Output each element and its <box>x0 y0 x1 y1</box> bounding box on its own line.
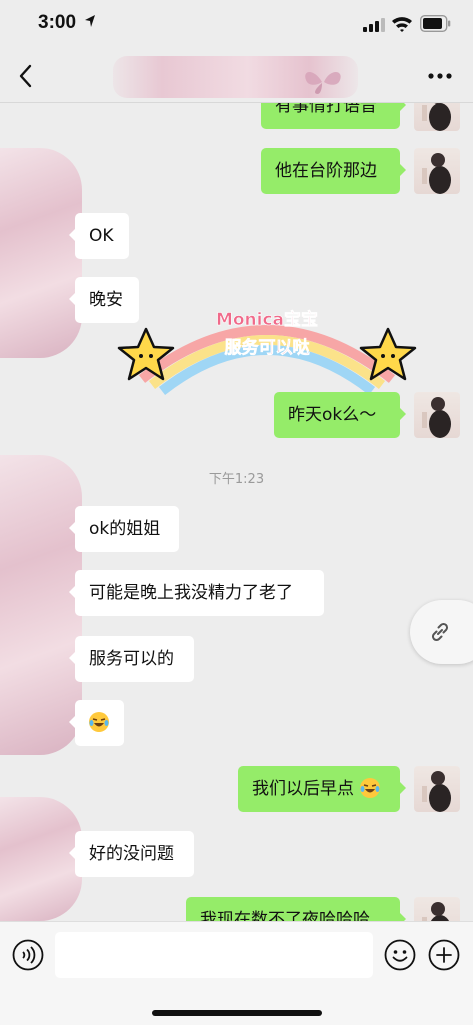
message-text: OK <box>89 226 114 246</box>
battery-icon <box>420 15 451 32</box>
message-timestamp: 下午1:23 <box>208 472 265 487</box>
cellular-signal-icon <box>363 18 385 32</box>
user-avatar[interactable] <box>414 897 460 921</box>
user-avatar[interactable] <box>414 103 460 131</box>
sender-avatar[interactable] <box>0 797 82 921</box>
voice-icon[interactable] <box>12 939 44 971</box>
user-avatar[interactable] <box>414 766 460 812</box>
message-text: 好的没问题 <box>89 844 174 864</box>
chat-message-list[interactable]: 有事情打语音 他在台阶那边 OK 晚安 Monica宝宝 服务可以哒 昨天ok么… <box>0 103 473 921</box>
outgoing-message[interactable]: 我们以后早点 <box>238 766 406 812</box>
incoming-message[interactable]: 可能是晚上我没精力了老了 <box>69 570 324 616</box>
incoming-message[interactable]: 服务可以的 <box>69 636 194 682</box>
link-icon <box>431 622 449 642</box>
incoming-message[interactable]: OK <box>69 213 129 259</box>
message-text: 可能是晚上我没精力了老了 <box>89 583 293 603</box>
butterfly-decoration <box>305 72 341 94</box>
outgoing-message[interactable]: 昨天ok么～ <box>274 392 406 438</box>
chat-header <box>0 50 473 103</box>
ellipsis-icon[interactable] <box>427 72 453 80</box>
sender-avatar[interactable] <box>0 148 82 358</box>
incoming-message[interactable] <box>69 700 124 746</box>
message-text: 昨天ok么～ <box>288 405 377 425</box>
message-text: 他在台阶那边 <box>275 161 377 181</box>
outgoing-message[interactable]: 他在台阶那边 <box>261 148 406 194</box>
rainbow-star-sticker[interactable]: Monica宝宝 服务可以哒 <box>112 299 422 395</box>
home-indicator <box>152 1010 322 1016</box>
floating-link-button[interactable] <box>410 600 473 664</box>
status-bar: 3:00 <box>0 0 473 50</box>
wifi-icon <box>392 17 412 32</box>
sticker-line2: 服务可以哒 <box>225 337 311 358</box>
laughing-tears-emoji-icon <box>360 778 381 798</box>
sender-avatar[interactable] <box>0 455 82 755</box>
chat-input-bar <box>0 921 473 1025</box>
incoming-message[interactable]: ok的姐姐 <box>69 506 179 552</box>
outgoing-message[interactable]: 我现在数不了夜哈哈哈 <box>186 897 406 921</box>
status-time: 3:00 <box>38 12 77 33</box>
user-avatar[interactable] <box>414 148 460 194</box>
message-text: 我们以后早点 <box>252 779 354 799</box>
user-avatar[interactable] <box>414 392 460 438</box>
message-text: 有事情打语音 <box>275 103 377 116</box>
chevron-left-icon[interactable] <box>14 62 40 90</box>
message-input[interactable] <box>55 932 373 978</box>
message-text: 服务可以的 <box>89 649 174 669</box>
emoji-icon[interactable] <box>384 939 416 971</box>
location-arrow-icon <box>85 15 95 27</box>
outgoing-message[interactable]: 有事情打语音 <box>261 103 406 129</box>
incoming-message[interactable]: 好的没问题 <box>69 831 194 877</box>
sticker-line1: Monica宝宝 <box>216 309 318 330</box>
message-text: 我现在数不了夜哈哈哈 <box>200 910 370 921</box>
plus-icon[interactable] <box>428 939 460 971</box>
message-text: ok的姐姐 <box>89 519 161 539</box>
laughing-tears-emoji-icon <box>89 712 109 732</box>
